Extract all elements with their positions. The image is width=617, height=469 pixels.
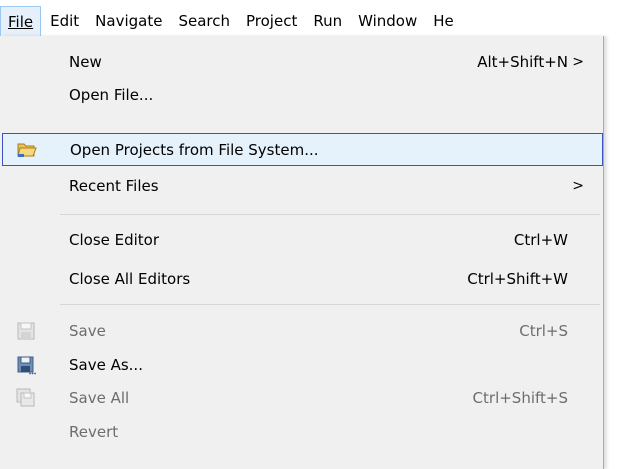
menu-item-save-label: Save <box>69 321 106 340</box>
menu-item-save-as-label: Save As... <box>69 355 143 374</box>
menu-item-save-all-label: Save All <box>69 388 130 407</box>
menu-item-recent-files[interactable]: Recent Files > <box>0 170 602 201</box>
menu-bar: File Edit Navigate Search Project Run Wi… <box>0 0 617 36</box>
menu-item-new[interactable]: New Alt+Shift+N > <box>0 46 602 77</box>
menu-file-label: File <box>8 13 34 31</box>
menu-item-revert[interactable]: Revert <box>0 416 602 447</box>
menu-run[interactable]: Run <box>305 6 350 36</box>
menu-window[interactable]: Window <box>350 6 425 36</box>
menu-item-open-projects[interactable]: Open Projects from File System... <box>2 133 603 166</box>
menu-item-save-accelerator: Ctrl+S <box>519 321 568 340</box>
menu-item-close-editor-accelerator: Ctrl+W <box>513 230 568 249</box>
menu-item-new-label: New <box>69 52 102 71</box>
menu-search-label: Search <box>178 12 230 30</box>
menu-item-close-all-editors-accelerator: Ctrl+Shift+W <box>467 269 568 288</box>
menu-item-open-file[interactable]: Open File... <box>0 79 602 110</box>
submenu-arrow-icon: > <box>572 53 584 70</box>
menu-help-label: He <box>433 12 454 30</box>
menu-item-revert-label: Revert <box>69 422 119 441</box>
save-as-icon <box>16 355 36 375</box>
file-menu-dropdown: New Alt+Shift+N > Open File... Open Proj… <box>0 36 604 469</box>
menu-edit-label: Edit <box>50 12 80 30</box>
menu-separator <box>60 214 600 215</box>
menu-separator <box>60 304 600 305</box>
menu-item-recent-files-label: Recent Files <box>69 176 159 195</box>
menu-item-close-editor[interactable]: Close Editor Ctrl+W <box>0 224 602 255</box>
menu-item-open-projects-label: Open Projects from File System... <box>70 140 319 159</box>
menu-item-close-all-editors[interactable]: Close All Editors Ctrl+Shift+W <box>0 263 602 294</box>
menu-item-save[interactable]: Save Ctrl+S <box>0 315 602 346</box>
menu-help[interactable]: He <box>425 6 462 36</box>
menu-item-close-editor-label: Close Editor <box>69 230 160 249</box>
menu-edit[interactable]: Edit <box>42 6 87 36</box>
menu-item-close-all-editors-label: Close All Editors <box>69 269 191 288</box>
save-all-icon <box>16 388 36 408</box>
menu-item-save-all[interactable]: Save All Ctrl+Shift+S <box>0 382 602 413</box>
submenu-arrow-icon: > <box>572 177 584 194</box>
menu-project-label: Project <box>246 12 298 30</box>
menu-item-save-all-accelerator: Ctrl+Shift+S <box>472 388 568 407</box>
save-icon <box>16 321 36 341</box>
folder-open-icon <box>17 140 37 160</box>
menu-navigate[interactable]: Navigate <box>87 6 170 36</box>
menu-file[interactable]: File <box>0 6 42 36</box>
menu-window-label: Window <box>358 12 418 30</box>
menu-item-open-file-label: Open File... <box>69 85 154 104</box>
menu-run-label: Run <box>313 12 343 30</box>
menu-navigate-label: Navigate <box>95 12 163 30</box>
menu-item-new-accelerator: Alt+Shift+N <box>477 52 568 71</box>
menu-project[interactable]: Project <box>238 6 305 36</box>
menu-item-save-as[interactable]: Save As... <box>0 349 602 380</box>
menu-search[interactable]: Search <box>170 6 238 36</box>
